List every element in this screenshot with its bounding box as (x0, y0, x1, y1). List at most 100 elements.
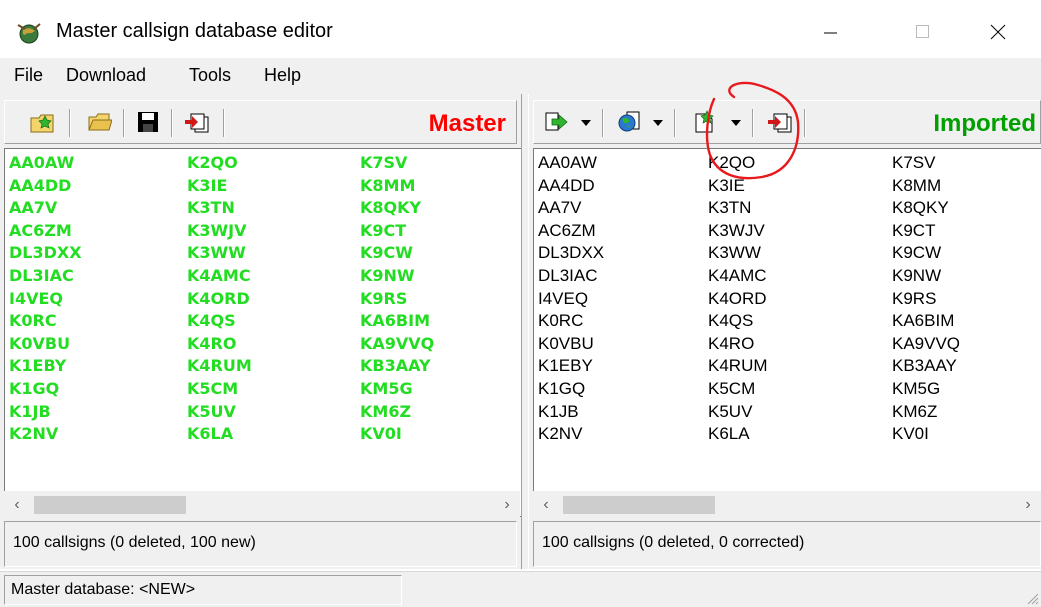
callsign-item[interactable]: K4QS (187, 311, 236, 331)
callsign-item[interactable]: K5CM (708, 379, 755, 399)
imported-horizontal-scrollbar[interactable]: ‹ › (533, 491, 1041, 517)
callsign-item[interactable]: K8MM (892, 176, 941, 196)
callsign-item[interactable]: AC6ZM (9, 221, 72, 241)
callsign-item[interactable]: K3WJV (708, 221, 765, 241)
master-open-button[interactable] (85, 107, 115, 137)
new-imported-button[interactable] (690, 107, 720, 137)
callsign-item[interactable]: K4QS (708, 311, 753, 331)
new-imported-dropdown[interactable] (728, 109, 744, 137)
import-button[interactable] (542, 107, 572, 137)
scroll-left-icon[interactable]: ‹ (4, 492, 30, 518)
callsign-item[interactable]: K9CW (360, 243, 413, 263)
callsign-item[interactable]: K2QO (187, 153, 238, 173)
callsign-item[interactable]: K0VBU (538, 334, 594, 354)
callsign-item[interactable]: KA6BIM (360, 311, 430, 331)
callsign-item[interactable]: K8MM (360, 176, 415, 196)
callsign-item[interactable]: KA6BIM (892, 311, 954, 331)
callsign-item[interactable]: K3IE (187, 176, 227, 196)
callsign-item[interactable]: K9CT (892, 221, 935, 241)
callsign-item[interactable]: K5CM (187, 379, 238, 399)
callsign-item[interactable]: K3WW (187, 243, 246, 263)
callsign-item[interactable]: KM6Z (892, 402, 937, 422)
web-download-button[interactable] (614, 107, 644, 137)
pane-splitter[interactable] (521, 94, 529, 569)
callsign-item[interactable]: K9CT (360, 221, 406, 241)
scroll-left-icon[interactable]: ‹ (533, 492, 559, 518)
callsign-item[interactable]: K4AMC (187, 266, 251, 286)
minimize-button[interactable] (808, 13, 854, 51)
master-horizontal-scrollbar[interactable]: ‹ › (4, 491, 520, 517)
callsign-item[interactable]: DL3IAC (538, 266, 598, 286)
callsign-item[interactable]: K4RUM (708, 356, 768, 376)
callsign-item[interactable]: K9NW (360, 266, 415, 286)
callsign-item[interactable]: KM5G (892, 379, 940, 399)
callsign-item[interactable]: DL3IAC (9, 266, 74, 286)
callsign-item[interactable]: I4VEQ (538, 289, 588, 309)
callsign-item[interactable]: DL3DXX (538, 243, 604, 263)
resize-grip-icon[interactable] (1025, 591, 1039, 605)
callsign-item[interactable]: K5UV (187, 402, 236, 422)
callsign-item[interactable]: K4AMC (708, 266, 767, 286)
maximize-button[interactable] (900, 13, 946, 51)
import-dropdown[interactable] (578, 109, 594, 137)
callsign-item[interactable]: K3IE (708, 176, 745, 196)
callsign-item[interactable]: K1JB (538, 402, 579, 422)
callsign-item[interactable]: K3WW (708, 243, 761, 263)
callsign-item[interactable]: K1GQ (538, 379, 585, 399)
menu-file[interactable]: File (14, 65, 43, 86)
callsign-item[interactable]: K0RC (9, 311, 57, 331)
callsign-item[interactable]: KB3AAY (892, 356, 957, 376)
callsign-item[interactable]: K2NV (538, 424, 582, 444)
callsign-item[interactable]: K9NW (892, 266, 941, 286)
callsign-item[interactable]: I4VEQ (9, 289, 63, 309)
imported-export-button[interactable] (766, 107, 796, 137)
callsign-item[interactable]: K3TN (708, 198, 751, 218)
callsign-item[interactable]: KB3AAY (360, 356, 431, 376)
callsign-item[interactable]: K1EBY (538, 356, 593, 376)
callsign-item[interactable]: K0RC (538, 311, 583, 331)
callsign-item[interactable]: KA9VVQ (360, 334, 434, 354)
menu-download[interactable]: Download (66, 65, 146, 86)
callsign-item[interactable]: K5UV (708, 402, 752, 422)
menu-tools[interactable]: Tools (189, 65, 231, 86)
master-save-button[interactable] (133, 107, 163, 137)
callsign-item[interactable]: K9RS (360, 289, 407, 309)
callsign-item[interactable]: K1EBY (9, 356, 66, 376)
menu-help[interactable]: Help (264, 65, 301, 86)
master-new-button[interactable] (27, 107, 57, 137)
callsign-item[interactable]: K6LA (708, 424, 750, 444)
callsign-item[interactable]: DL3DXX (9, 243, 82, 263)
callsign-item[interactable]: AA4DD (9, 176, 71, 196)
master-export-button[interactable] (183, 107, 213, 137)
callsign-item[interactable]: K4RO (187, 334, 236, 354)
scroll-right-icon[interactable]: › (494, 492, 520, 518)
callsign-item[interactable]: AC6ZM (538, 221, 596, 241)
scroll-thumb[interactable] (34, 496, 186, 514)
callsign-item[interactable]: KM6Z (360, 402, 411, 422)
callsign-item[interactable]: K9CW (892, 243, 941, 263)
callsign-item[interactable]: KA9VVQ (892, 334, 960, 354)
callsign-item[interactable]: KM5G (360, 379, 413, 399)
callsign-item[interactable]: K8QKY (360, 198, 421, 218)
callsign-item[interactable]: K9RS (892, 289, 936, 309)
callsign-item[interactable]: K4ORD (187, 289, 250, 309)
callsign-item[interactable]: AA0AW (9, 153, 74, 173)
callsign-item[interactable]: K2QO (708, 153, 755, 173)
callsign-item[interactable]: K4ORD (708, 289, 767, 309)
callsign-item[interactable]: K7SV (892, 153, 935, 173)
callsign-item[interactable]: K2NV (9, 424, 58, 444)
master-callsign-list[interactable]: AA0AW AA4DD AA7V AC6ZM DL3DXX DL3IAC I4VEQ K0RC… (4, 148, 521, 517)
callsign-item[interactable]: AA4DD (538, 176, 595, 196)
imported-callsign-list[interactable]: AA0AW AA4DD AA7V AC6ZM DL3DXX DL3IAC I4VEQ K0RC… (533, 148, 1041, 517)
scroll-thumb[interactable] (563, 496, 715, 514)
callsign-item[interactable]: K6LA (187, 424, 233, 444)
callsign-item[interactable]: K3WJV (187, 221, 247, 241)
callsign-item[interactable]: K0VBU (9, 334, 70, 354)
callsign-item[interactable]: K8QKY (892, 198, 949, 218)
close-button[interactable] (975, 13, 1021, 51)
callsign-item[interactable]: KV0I (892, 424, 929, 444)
callsign-item[interactable]: K3TN (187, 198, 235, 218)
callsign-item[interactable]: KV0I (360, 424, 402, 444)
callsign-item[interactable]: K1GQ (9, 379, 59, 399)
callsign-item[interactable]: K4RO (708, 334, 754, 354)
